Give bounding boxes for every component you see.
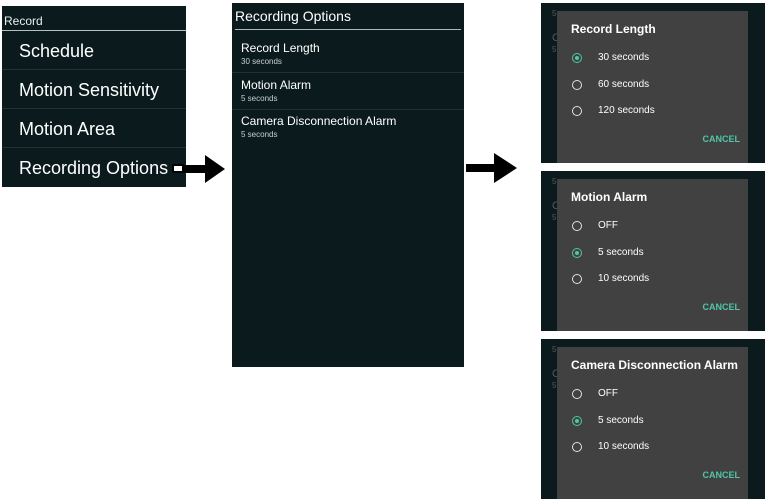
option-label: Record Length [241,41,320,55]
radio-unselected-icon [572,221,582,231]
option-value: 5 seconds [241,130,278,139]
record-menu-panel: Record Schedule Motion Sensitivity Motio… [2,6,186,187]
record-menu-header: Record [4,14,43,28]
dialog-screen-record-length: 5 C 5 Record Length 30 seconds 60 second… [541,3,765,163]
background-text: 5 [552,345,557,354]
radio-unselected-icon [572,442,582,452]
radio-label: 120 seconds [598,105,655,116]
camera-disconnection-alarm-dialog: Camera Disconnection Alarm OFF 5 seconds… [557,347,748,499]
radio-option-10-seconds[interactable]: 10 seconds [557,267,748,293]
cancel-button[interactable]: CANCEL [703,302,741,312]
radio-option-10-seconds[interactable]: 10 seconds [557,435,748,461]
option-label: Camera Disconnection Alarm [241,114,397,128]
page-title: Recording Options [235,8,351,24]
radio-option-60-seconds[interactable]: 60 seconds [557,73,748,99]
cancel-button[interactable]: CANCEL [703,134,741,144]
radio-option-off[interactable]: OFF [557,382,748,408]
menu-item-motion-sensitivity[interactable]: Motion Sensitivity [2,70,186,109]
radio-option-off[interactable]: OFF [557,214,748,240]
radio-selected-icon [572,53,582,63]
dialog-screen-camera-disconnection-alarm: 5 C 5 Camera Disconnection Alarm OFF 5 s… [541,339,765,499]
radio-label: 10 seconds [598,441,650,452]
menu-item-motion-area[interactable]: Motion Area [2,109,186,148]
radio-option-5-seconds[interactable]: 5 seconds [557,409,748,435]
background-text: 5 [552,9,557,18]
dialog-screen-motion-alarm: 5 C 5 Motion Alarm OFF 5 seconds 10 seco… [541,171,765,331]
title-divider [235,29,461,30]
dialog-title: Camera Disconnection Alarm [571,358,738,372]
menu-item-recording-options[interactable]: Recording Options [2,148,186,187]
radio-selected-icon [572,416,582,426]
radio-label: OFF [598,220,618,231]
dialog-title: Motion Alarm [571,190,648,204]
option-camera-disconnection-alarm[interactable]: Camera Disconnection Alarm 5 seconds [232,109,464,146]
option-label: Motion Alarm [241,78,312,92]
menu-item-label: Motion Area [19,119,116,139]
radio-unselected-icon [572,80,582,90]
radio-option-5-seconds[interactable]: 5 seconds [557,241,748,267]
radio-unselected-icon [572,274,582,284]
recording-options-panel: Recording Options Record Length 30 secon… [232,3,464,367]
radio-selected-icon [572,248,582,258]
background-text: 5 [552,177,557,186]
menu-item-label: Recording Options [19,158,169,178]
radio-option-30-seconds[interactable]: 30 seconds [557,46,748,72]
arrow-right-icon [172,155,225,183]
background-text: 5 [552,213,557,222]
radio-label: OFF [598,388,618,399]
motion-alarm-dialog: Motion Alarm OFF 5 seconds 10 seconds CA… [557,179,748,331]
record-length-dialog: Record Length 30 seconds 60 seconds 120 … [557,11,748,163]
radio-unselected-icon [572,389,582,399]
arrow-right-icon [466,153,517,183]
dialog-title: Record Length [571,22,656,36]
background-text: 5 [552,45,557,54]
radio-label: 10 seconds [598,273,650,284]
option-value: 30 seconds [241,57,282,66]
menu-item-label: Schedule [19,41,95,61]
option-value: 5 seconds [241,94,278,103]
radio-label: 30 seconds [598,52,650,63]
radio-label: 5 seconds [598,415,644,426]
radio-unselected-icon [572,106,582,116]
cancel-button[interactable]: CANCEL [703,470,741,480]
menu-item-label: Motion Sensitivity [19,80,160,100]
radio-label: 5 seconds [598,247,644,258]
background-text: 5 [552,381,557,390]
radio-label: 60 seconds [598,79,650,90]
option-record-length[interactable]: Record Length 30 seconds [232,36,464,73]
option-motion-alarm[interactable]: Motion Alarm 5 seconds [232,73,464,110]
menu-item-schedule[interactable]: Schedule [2,31,186,70]
radio-option-120-seconds[interactable]: 120 seconds [557,99,748,125]
